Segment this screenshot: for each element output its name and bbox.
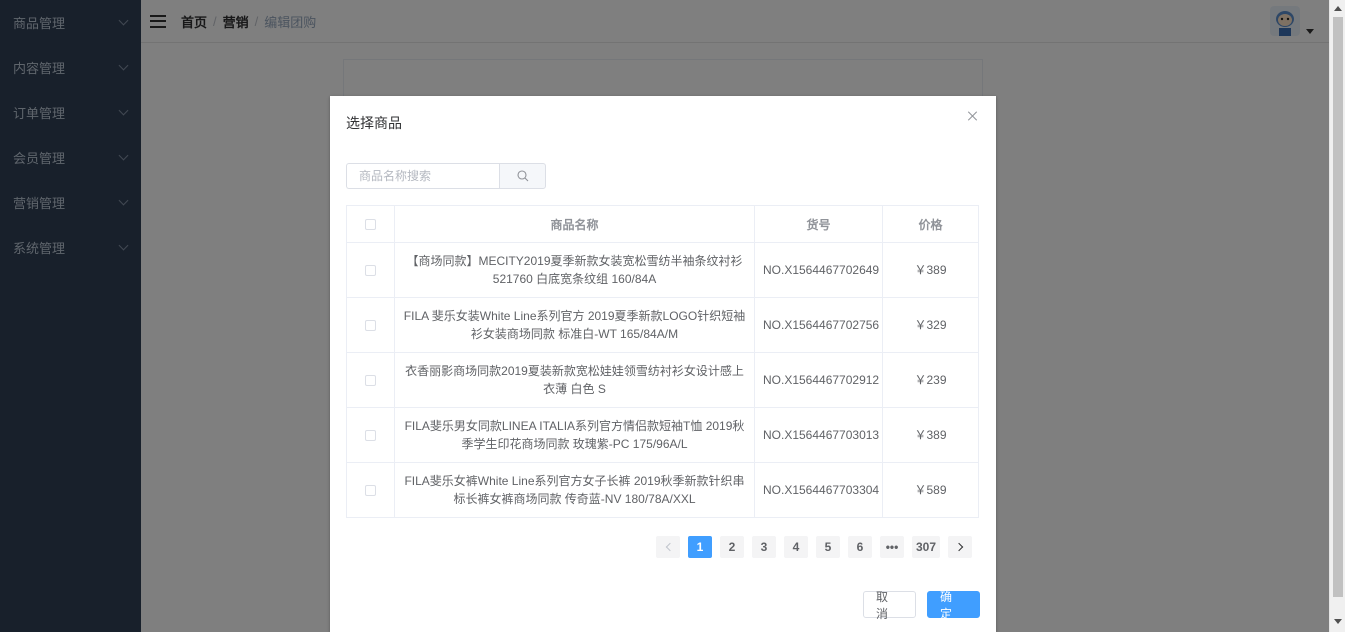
product-sku: NO.X1564467702912	[754, 352, 883, 408]
scroll-down-icon[interactable]	[1334, 619, 1342, 624]
table-row[interactable]: FILA 斐乐女装White Line系列官方 2019夏季新款LOGO针织短袖…	[346, 297, 979, 353]
row-checkbox[interactable]	[365, 265, 376, 277]
product-name: 【商场同款】MECITY2019夏季新款女装宽松雪纺半袖条纹衬衫521760 白…	[394, 242, 755, 298]
next-page-button[interactable]	[948, 536, 972, 558]
select-all-checkbox[interactable]	[365, 219, 376, 231]
table-row[interactable]: 【商场同款】MECITY2019夏季新款女装宽松雪纺半袖条纹衬衫521760 白…	[346, 242, 979, 298]
chevron-left-icon	[665, 542, 674, 552]
product-name: FILA斐乐男女同款LINEA ITALIA系列官方情侣款短袖T恤 2019秋季…	[394, 407, 755, 463]
checkbox-cell	[346, 352, 395, 408]
page-3[interactable]: 3	[752, 536, 776, 558]
page-5[interactable]: 5	[816, 536, 840, 558]
product-name: 衣香丽影商场同款2019夏装新款宽松娃娃领雪纺衬衫女设计感上衣薄 白色 S	[394, 352, 755, 408]
search-input[interactable]	[346, 163, 499, 189]
search-icon	[516, 170, 528, 182]
page-2[interactable]: 2	[720, 536, 744, 558]
more-pages-ellipsis[interactable]: •••	[880, 536, 904, 558]
product-table: 商品名称 货号 价格 【商场同款】MECITY2019夏季新款女装宽松雪纺半袖条…	[346, 205, 979, 518]
product-name: FILA 斐乐女装White Line系列官方 2019夏季新款LOGO针织短袖…	[394, 297, 755, 353]
checkbox-cell	[346, 242, 395, 298]
scroll-up-icon[interactable]	[1334, 6, 1342, 11]
chevron-right-icon	[954, 542, 963, 552]
product-sku: NO.X1564467703304	[754, 462, 883, 518]
cancel-button[interactable]: 取 消	[863, 590, 916, 621]
search-button[interactable]	[499, 163, 546, 189]
checkbox-cell	[346, 462, 395, 518]
scrollbar-thumb[interactable]	[1333, 17, 1343, 597]
column-header-name: 商品名称	[394, 205, 755, 243]
page-4[interactable]: 4	[784, 536, 808, 558]
select-all-cell	[346, 205, 395, 243]
product-name: FILA斐乐女裤White Line系列官方女子长裤 2019秋季新款针织串标长…	[394, 462, 755, 518]
row-checkbox[interactable]	[365, 320, 376, 332]
product-sku: NO.X1564467703013	[754, 407, 883, 463]
vertical-scrollbar[interactable]	[1329, 0, 1345, 632]
select-product-dialog: 选择商品 商品名称 货号 价格 【商场同款】MECITY2019夏季新款	[330, 96, 996, 632]
product-price: ￥589	[882, 462, 979, 518]
product-price: ￥239	[882, 352, 979, 408]
page-6[interactable]: 6	[848, 536, 872, 558]
product-price: ￥389	[882, 407, 979, 463]
row-checkbox[interactable]	[365, 375, 376, 387]
dialog-footer: 取 消 确 定	[863, 590, 980, 621]
page-last[interactable]: 307	[912, 536, 940, 558]
dialog-title: 选择商品	[346, 115, 402, 131]
product-sku: NO.X1564467702649	[754, 242, 883, 298]
close-icon[interactable]	[967, 110, 979, 122]
product-sku: NO.X1564467702756	[754, 297, 883, 353]
column-header-sku: 货号	[754, 205, 883, 243]
table-row[interactable]: 衣香丽影商场同款2019夏装新款宽松娃娃领雪纺衬衫女设计感上衣薄 白色 S NO…	[346, 352, 979, 408]
row-checkbox[interactable]	[365, 485, 376, 497]
page-1[interactable]: 1	[688, 536, 712, 558]
table-row[interactable]: FILA斐乐女裤White Line系列官方女子长裤 2019秋季新款针织串标长…	[346, 462, 979, 518]
table-row[interactable]: FILA斐乐男女同款LINEA ITALIA系列官方情侣款短袖T恤 2019秋季…	[346, 407, 979, 463]
prev-page-button[interactable]	[656, 536, 680, 558]
column-header-price: 价格	[882, 205, 979, 243]
product-price: ￥389	[882, 242, 979, 298]
search-bar	[346, 163, 546, 189]
table-header-row: 商品名称 货号 价格	[346, 205, 979, 243]
checkbox-cell	[346, 407, 395, 463]
checkbox-cell	[346, 297, 395, 353]
pagination: 1 2 3 4 5 6 ••• 307	[648, 536, 972, 558]
confirm-button[interactable]: 确 定	[927, 590, 980, 621]
row-checkbox[interactable]	[365, 430, 376, 442]
product-price: ￥329	[882, 297, 979, 353]
